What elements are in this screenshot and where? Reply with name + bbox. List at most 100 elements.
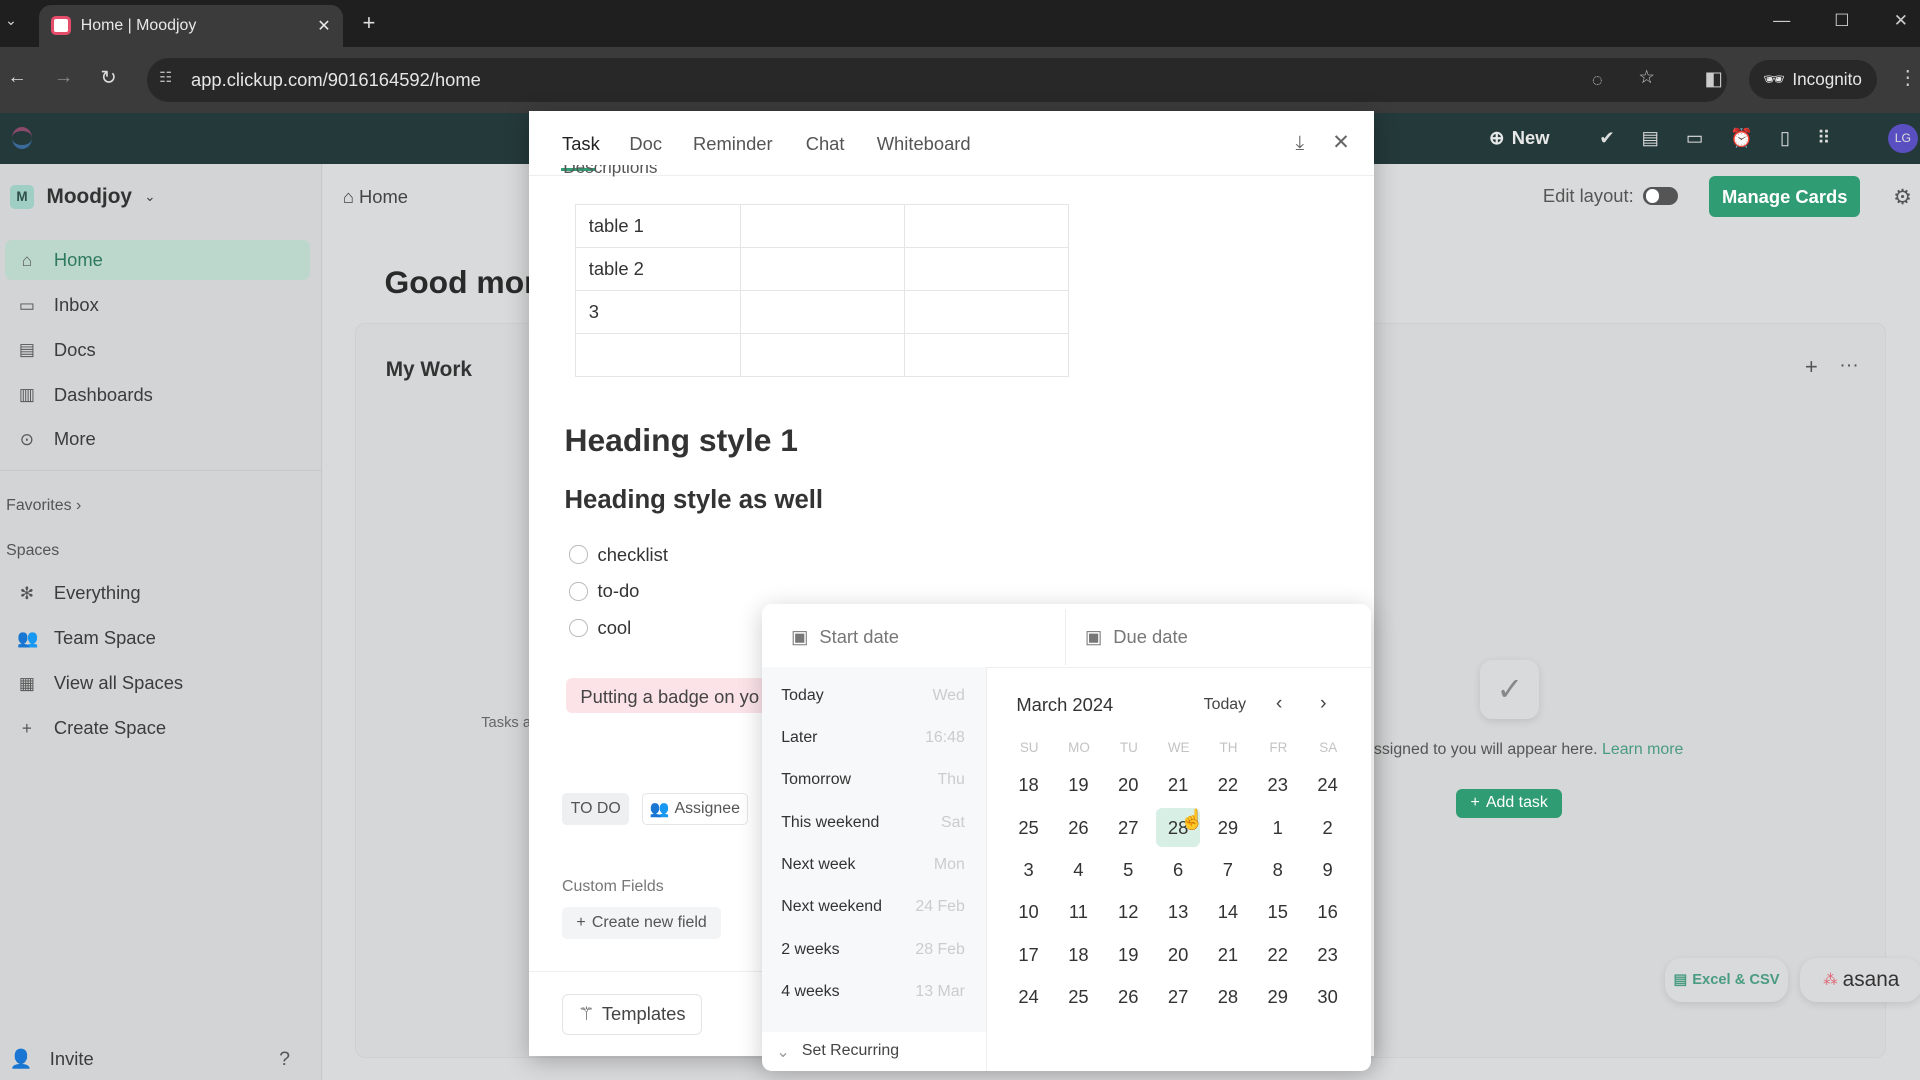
status-badge[interactable]: TO DO	[562, 793, 630, 826]
calendar-day[interactable]: 18	[1007, 765, 1051, 804]
checklist-item[interactable]: cool	[569, 617, 631, 639]
maximize-icon[interactable]: ☐	[1834, 10, 1849, 31]
quick-date-option[interactable]: 2 weeks 28 Feb	[781, 929, 965, 971]
checklist-item[interactable]: to-do	[569, 580, 639, 602]
sidebar-item-inbox[interactable]: ▭ Inbox	[5, 285, 310, 325]
document-icon[interactable]: ▯	[1780, 127, 1790, 149]
today-button[interactable]: Today	[1204, 696, 1246, 714]
checkbox[interactable]	[569, 545, 588, 564]
calendar-day[interactable]: 20	[1156, 935, 1200, 974]
table-cell[interactable]	[739, 204, 905, 249]
manage-cards-button[interactable]: Manage Cards	[1709, 176, 1860, 217]
sidebar-item-more[interactable]: ⊙ More	[5, 419, 310, 459]
learn-more-link[interactable]: Learn more	[1602, 741, 1683, 758]
workspace-switcher[interactable]: M Moodjoy ⌄	[9, 184, 156, 210]
calendar-day[interactable]: 22	[1256, 935, 1300, 974]
quick-date-option[interactable]: Tomorrow Thu	[781, 759, 965, 801]
calendar-day[interactable]: 27	[1156, 977, 1200, 1016]
quick-date-option[interactable]: Today Wed	[781, 675, 965, 717]
calendar-day[interactable]: 28	[1206, 977, 1250, 1016]
sidebar-space-team-space[interactable]: 👥 Team Space	[5, 618, 310, 658]
calendar-day[interactable]: 29	[1206, 808, 1250, 847]
next-month-icon[interactable]: ›	[1320, 692, 1327, 715]
breadcrumb[interactable]: ⌂ Home	[343, 186, 408, 208]
calendar-day[interactable]: 25	[1056, 977, 1100, 1016]
calendar-day[interactable]: 16	[1306, 892, 1350, 931]
toggle-switch[interactable]	[1643, 186, 1678, 206]
calendar-day[interactable]: 9	[1306, 850, 1350, 889]
invite-button[interactable]: 👤 Invite	[10, 1048, 94, 1070]
check-circle-icon[interactable]: ✔	[1599, 127, 1614, 149]
due-date-input[interactable]: ▣ Due date	[1085, 626, 1188, 648]
calendar-day[interactable]: 11	[1056, 892, 1100, 931]
checklist-item[interactable]: checklist	[569, 544, 668, 566]
back-icon[interactable]: ←	[7, 66, 27, 90]
start-date-input[interactable]: ▣ Start date	[791, 626, 899, 648]
new-button[interactable]: ⊕ New	[1489, 127, 1549, 149]
calendar-day[interactable]: 10	[1007, 892, 1051, 931]
table-cell[interactable]: table 1	[575, 204, 741, 249]
sidebar-item-dashboards[interactable]: ▥ Dashboards	[5, 374, 310, 414]
table-cell[interactable]	[739, 290, 905, 334]
new-tab-icon[interactable]: +	[362, 10, 375, 36]
forward-icon[interactable]: →	[54, 66, 74, 90]
window-close-icon[interactable]: ✕	[1894, 10, 1908, 31]
calendar-day[interactable]: 22	[1206, 765, 1250, 804]
tab-doc[interactable]: Doc	[629, 133, 662, 155]
add-card-plus-icon[interactable]: +	[1805, 354, 1818, 380]
minimize-icon[interactable]: —	[1773, 10, 1790, 31]
calendar-day[interactable]: 15	[1256, 892, 1300, 931]
table-cell[interactable]	[739, 247, 905, 292]
close-tab-icon[interactable]: ✕	[317, 16, 330, 36]
table-cell[interactable]	[903, 247, 1069, 292]
table-cell[interactable]	[575, 333, 741, 377]
alarm-icon[interactable]: ⏰	[1730, 127, 1753, 149]
calendar-day[interactable]: 1	[1256, 808, 1300, 847]
table-cell[interactable]	[903, 204, 1069, 249]
heading-2[interactable]: Heading style as well	[564, 486, 823, 515]
templates-button[interactable]: ⚚ Templates	[562, 994, 702, 1035]
calendar-day[interactable]: 14	[1206, 892, 1250, 931]
calendar-day[interactable]: 3	[1007, 850, 1051, 889]
video-icon[interactable]: ▭	[1686, 127, 1703, 149]
tab-list-icon[interactable]: ⌄	[5, 12, 17, 29]
calendar-day[interactable]: 19	[1056, 765, 1100, 804]
quick-date-option[interactable]: Next week Mon	[781, 844, 965, 886]
calendar-day[interactable]: 24	[1007, 977, 1051, 1016]
table-cell[interactable]	[739, 333, 905, 377]
calendar-day[interactable]: 23	[1256, 765, 1300, 804]
calendar-day[interactable]: 26	[1106, 977, 1150, 1016]
calendar-day[interactable]: 21	[1156, 765, 1200, 804]
calendar-day[interactable]: 17	[1007, 935, 1051, 974]
edit-layout-toggle[interactable]: Edit layout:	[1543, 185, 1678, 207]
tab-task[interactable]: Task	[562, 133, 600, 155]
calendar-day[interactable]: 27	[1106, 808, 1150, 847]
clickup-logo[interactable]	[12, 127, 32, 150]
quick-date-option[interactable]: 4 weeks 13 Mar	[781, 971, 965, 1013]
calendar-day[interactable]: 23	[1306, 935, 1350, 974]
checkbox[interactable]	[569, 618, 588, 638]
site-info-icon[interactable]: ☷	[159, 69, 172, 86]
import-excel-button[interactable]: ▤ Excel & CSV	[1665, 957, 1788, 1002]
calendar-day[interactable]: 26	[1056, 808, 1100, 847]
sidebar-space-view-all-spaces[interactable]: ▦ View all Spaces	[5, 663, 310, 703]
tab-reminder[interactable]: Reminder	[693, 133, 773, 155]
table-cell[interactable]: table 2	[575, 247, 741, 292]
import-asana-button[interactable]: ⁂ asana	[1800, 957, 1920, 1002]
prev-month-icon[interactable]: ‹	[1276, 692, 1283, 715]
calendar-day[interactable]: 29	[1256, 977, 1300, 1016]
side-panel-icon[interactable]: ◧	[1705, 67, 1724, 91]
sidebar-space-create-space[interactable]: + Create Space	[5, 708, 310, 748]
browser-tab[interactable]: Home | Moodjoy ✕	[39, 4, 343, 47]
favorites-header[interactable]: Favorites ›	[6, 497, 81, 515]
set-recurring-toggle[interactable]: ⌄ Set Recurring	[776, 1042, 899, 1062]
eye-off-icon[interactable]: ◌	[1592, 69, 1603, 91]
sidebar-item-docs[interactable]: ▤ Docs	[5, 330, 310, 370]
table-cell[interactable]	[903, 290, 1069, 334]
calendar-day[interactable]: 21	[1206, 935, 1250, 974]
calendar-day[interactable]: 7	[1206, 850, 1250, 889]
card-menu-icon[interactable]: ···	[1839, 354, 1859, 377]
quick-date-option[interactable]: Later 16:48	[781, 717, 965, 759]
table-cell[interactable]: 3	[575, 290, 741, 334]
calendar-day[interactable]: 4	[1056, 850, 1100, 889]
